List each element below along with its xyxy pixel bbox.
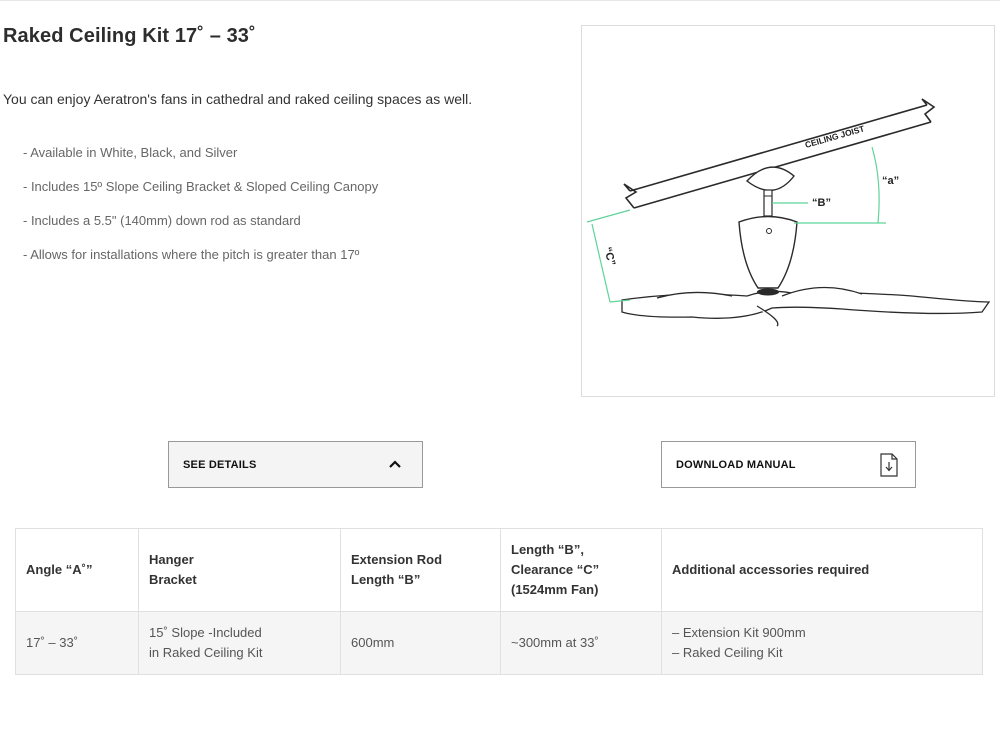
header-extension-rod: Extension Rod Length “B” xyxy=(340,528,501,612)
raked-ceiling-diagram: CEILING JOIST “a” “B” “C” xyxy=(581,25,995,397)
table-header-row: Angle “A˚” Hanger Bracket Extension Rod Le… xyxy=(15,528,983,612)
cell-accessories: – Extension Kit 900mm – Raked Ceiling Kit xyxy=(661,611,983,675)
chevron-up-icon xyxy=(388,457,402,474)
header-hanger-bracket: Hanger Bracket xyxy=(138,528,341,612)
joist-label: CEILING JOIST xyxy=(804,123,867,150)
cell-extension-rod: 600mm xyxy=(340,611,501,675)
feature-item: - Allows for installations where the pit… xyxy=(23,247,360,262)
feature-item: - Available in White, Black, and Silver xyxy=(23,145,238,160)
feature-list: - Available in White, Black, and Silver … xyxy=(23,145,378,281)
download-manual-label: DOWNLOAD MANUAL xyxy=(676,458,796,471)
cell-hanger-bracket: 15˚ Slope -Included in Raked Ceiling Kit xyxy=(138,611,341,675)
intro-text: You can enjoy Aeratron's fans in cathedr… xyxy=(3,91,473,107)
page-title: Raked Ceiling Kit 17˚ – 33˚ xyxy=(3,25,256,47)
feature-item: - Includes a 5.5" (140mm) down rod as st… xyxy=(23,213,301,228)
see-details-button[interactable]: SEE DETAILS xyxy=(168,441,423,488)
header-accessories: Additional accessories required xyxy=(661,528,983,612)
download-document-icon xyxy=(879,453,899,480)
dimension-b-label: “B” xyxy=(812,197,831,209)
dimension-c-label: “C” xyxy=(601,246,617,267)
see-details-label: SEE DETAILS xyxy=(183,458,257,471)
diagram-illustration: CEILING JOIST “a” “B” “C” xyxy=(586,98,991,327)
download-manual-button[interactable]: DOWNLOAD MANUAL xyxy=(661,441,916,488)
cell-length-clearance: ~300mm at 33˚ xyxy=(500,611,662,675)
header-angle: Angle “A˚” xyxy=(15,528,139,612)
specs-table: Angle “A˚” Hanger Bracket Extension Rod Le… xyxy=(15,528,983,675)
feature-item: - Includes 15º Slope Ceiling Bracket & S… xyxy=(23,179,379,194)
table-row: 17˚ – 33˚ 15˚ Slope -Included in Raked Ce… xyxy=(15,611,983,675)
header-length-clearance: Length “B”, Clearance “C” (1524mm Fan) xyxy=(500,528,662,612)
dimension-a-label: “a” xyxy=(882,175,899,187)
cell-angle: 17˚ – 33˚ xyxy=(15,611,139,675)
